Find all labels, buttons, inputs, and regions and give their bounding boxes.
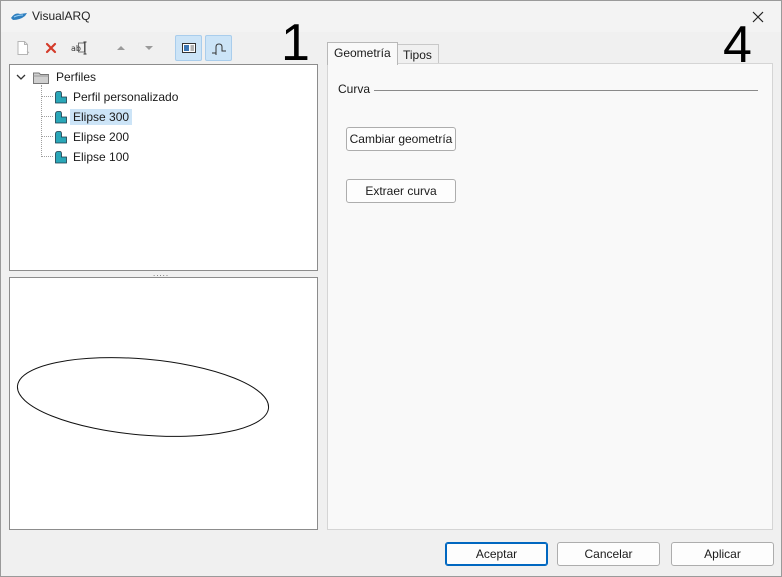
view-details-icon: [181, 43, 196, 53]
tree-item-elipse-100[interactable]: Elipse 100: [54, 148, 132, 166]
dialog-window: VisualARQ ab 1 4 Perfiles Perfil persona…: [0, 0, 782, 577]
rename-button[interactable]: ab: [65, 35, 92, 61]
extract-curve-button[interactable]: Extraer curva: [346, 179, 456, 203]
profile-icon: [55, 91, 67, 104]
chevron-down-icon[interactable]: [15, 71, 27, 83]
tree-item-label: Elipse 300: [70, 109, 133, 125]
tree-connector: [41, 156, 53, 157]
profile-icon: [55, 131, 67, 144]
panel-splitter[interactable]: .....: [153, 270, 173, 278]
ellipse-profile-preview: [16, 357, 270, 437]
tab-geometria[interactable]: Geometría: [327, 42, 398, 65]
ok-button[interactable]: Aceptar: [445, 542, 548, 566]
profile-icon: [55, 111, 67, 124]
profile-icon: [55, 151, 67, 164]
close-icon: [752, 11, 764, 22]
tree-connector: [41, 96, 53, 97]
profile-shape-icon: [211, 43, 226, 55]
tree-root-label: Perfiles: [56, 70, 97, 84]
geometry-tab-panel: Curva Cambiar geometría Extraer curva: [327, 63, 773, 530]
visualarq-logo-icon: [11, 13, 27, 20]
delete-button[interactable]: [37, 35, 64, 61]
curve-group-label: Curva: [338, 82, 371, 96]
tree-item-perfil-personalizado[interactable]: Perfil personalizado: [54, 88, 181, 106]
title-bar: VisualARQ: [1, 1, 781, 32]
move-down-icon: [144, 46, 153, 50]
view-details-toggle[interactable]: [175, 35, 202, 61]
apply-button[interactable]: Aplicar: [671, 542, 774, 566]
window-title: VisualARQ: [32, 9, 91, 23]
toolbar: ab: [9, 35, 239, 61]
delete-icon: [45, 42, 56, 54]
rename-icon: ab: [71, 41, 86, 55]
tree-connector: [41, 136, 53, 137]
new-profile-icon: [17, 41, 29, 55]
move-up-button[interactable]: [107, 35, 134, 61]
tree-item-label: Elipse 200: [73, 130, 130, 144]
tree-item-elipse-300[interactable]: Elipse 300: [54, 108, 133, 126]
change-geometry-button[interactable]: Cambiar geometría: [346, 127, 456, 151]
tab-tipos[interactable]: Tipos: [396, 44, 439, 64]
tree-item-elipse-200[interactable]: Elipse 200: [54, 128, 132, 146]
profile-shape-toggle[interactable]: [205, 35, 232, 61]
annotation-label-1: 1: [281, 14, 310, 72]
move-up-icon: [116, 46, 125, 50]
cancel-button[interactable]: Cancelar: [557, 542, 660, 566]
new-profile-button[interactable]: [9, 35, 36, 61]
tree-root-perfiles[interactable]: Perfiles: [15, 68, 99, 86]
folder-icon: [33, 72, 49, 84]
tree-connector: [41, 116, 53, 117]
tree-item-label: Perfil personalizado: [73, 90, 179, 104]
group-divider: [374, 90, 758, 91]
tree-item-label: Elipse 100: [73, 150, 130, 164]
profile-tree[interactable]: Perfiles Perfil personalizado Elipse 300…: [9, 64, 318, 271]
profile-preview: [9, 277, 318, 530]
move-down-button[interactable]: [135, 35, 162, 61]
